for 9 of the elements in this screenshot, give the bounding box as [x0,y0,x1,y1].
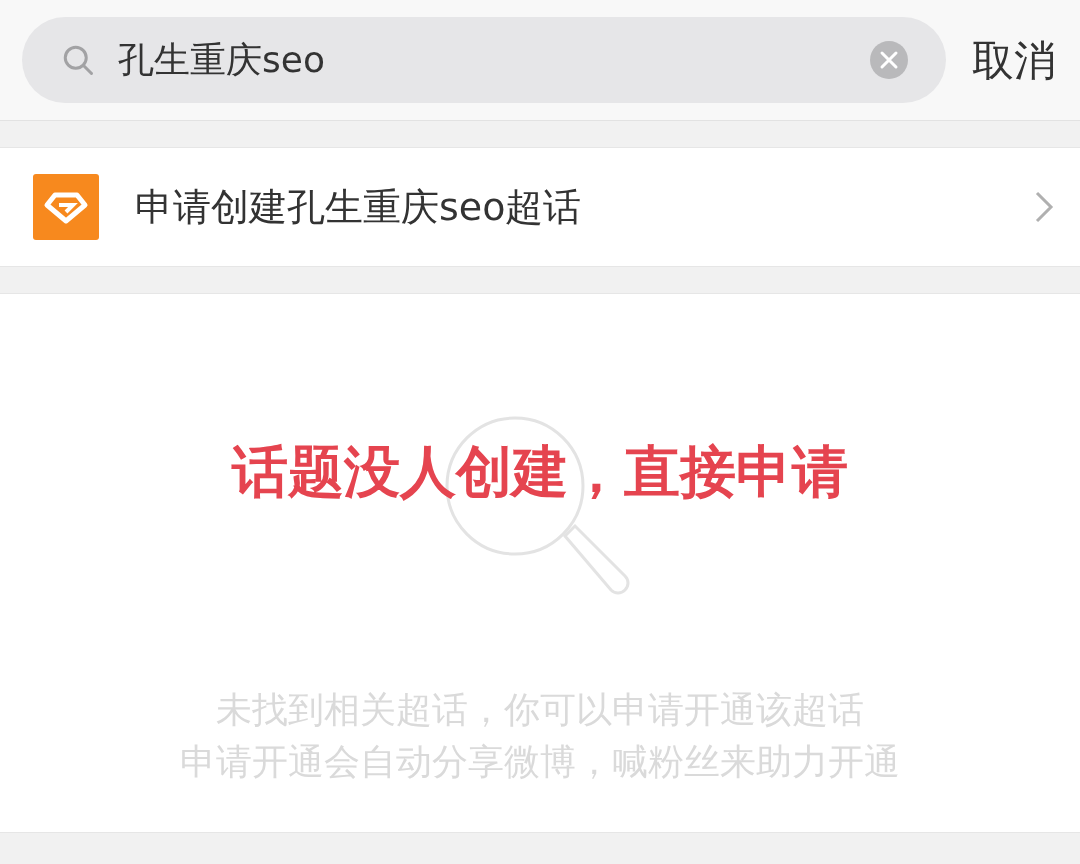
create-topic-row[interactable]: 申请创建孔生重庆seo超话 [0,147,1080,267]
chevron-right-icon [1034,190,1054,224]
diamond-logo-icon [33,174,99,240]
clear-icon[interactable] [870,41,908,79]
annotation-text: 话题没人创建，直接申请 [232,438,848,506]
cancel-button[interactable]: 取消 [972,28,1056,92]
create-topic-label: 申请创建孔生重庆seo超话 [135,183,583,231]
search-input[interactable]: 孔生重庆seo [118,33,870,87]
search-field[interactable]: 孔生重庆seo [22,17,946,103]
